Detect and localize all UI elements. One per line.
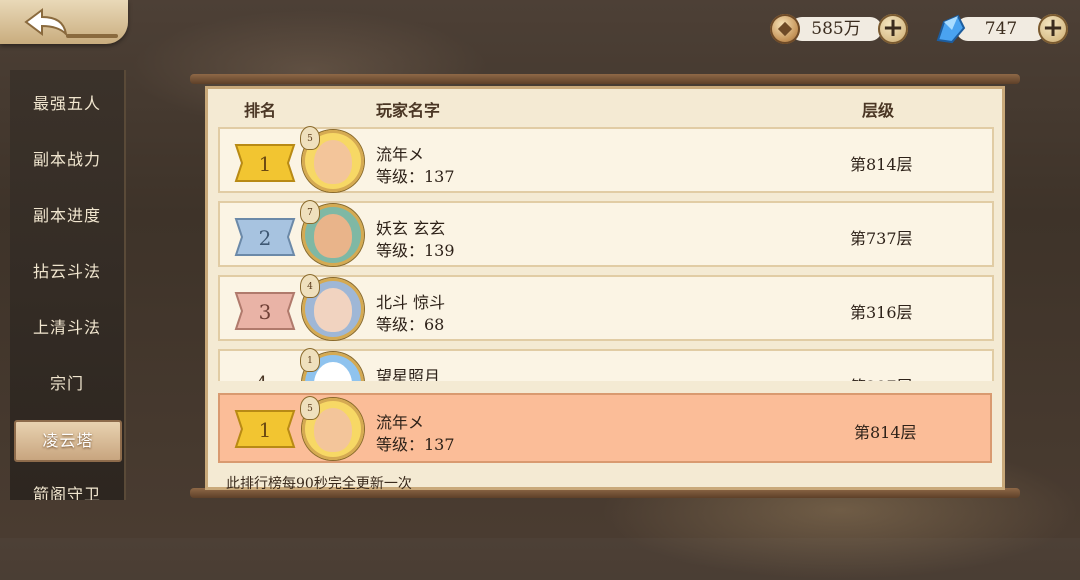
player-floor: 第316层 (850, 303, 913, 322)
sidebar-item-cloud-duel[interactable]: 拈云斗法 (10, 252, 124, 292)
player-name: 望星照月 (376, 367, 441, 381)
player-level: 等级：139 (376, 241, 455, 260)
gem-amount: 747 (956, 17, 1046, 41)
vip-badge: 1 (300, 348, 320, 372)
player-name: 流年メ (376, 145, 425, 164)
category-sidebar: 最强五人 副本战力 副本进度 拈云斗法 上清斗法 宗门 凌云塔 箭阁守卫 (10, 70, 126, 500)
update-note: 此排行榜每90秒完全更新一次 (226, 476, 412, 492)
player-floor: 第814层 (854, 423, 917, 442)
leaderboard-row[interactable]: 1 5 流年メ 等级：137 第814层 (218, 126, 994, 193)
player-floor: 第297层 (850, 373, 913, 381)
coin-icon (770, 14, 800, 44)
leaderboard-panel: 排名 玩家名字 层级 1 5 流年メ 等级：137 第814层 2 7 妖玄 玄… (205, 86, 1008, 492)
vip-badge: 4 (300, 274, 320, 298)
vip-badge: 5 (300, 396, 320, 420)
player-level: 等级：68 (376, 315, 445, 334)
add-coins-button[interactable]: + (878, 14, 908, 44)
sidebar-item-sect[interactable]: 宗门 (10, 364, 124, 404)
player-floor: 第737层 (850, 229, 913, 248)
scroll-rail-top (190, 74, 1020, 84)
coin-amount: 585万 (790, 17, 882, 41)
vip-badge: 5 (300, 126, 320, 150)
sidebar-item-dungeon-power[interactable]: 副本战力 (10, 140, 124, 180)
avatar-portrait (314, 214, 352, 258)
player-floor: 第814层 (850, 155, 913, 174)
sidebar-item-dungeon-progress[interactable]: 副本进度 (10, 196, 124, 236)
gem-currency: 747 + (934, 14, 1074, 44)
leaderboard-row[interactable]: 4 1 望星照月 第297层 (218, 348, 994, 381)
rank-number: 3 (259, 300, 272, 324)
player-level: 等级：137 (376, 167, 455, 186)
avatar-portrait (314, 408, 352, 452)
coin-currency: 585万 + (770, 14, 910, 44)
back-button[interactable] (0, 0, 128, 44)
leaderboard-list[interactable]: 1 5 流年メ 等级：137 第814层 2 7 妖玄 玄玄 等级：139 第7… (208, 123, 1008, 381)
rank-number: 4 (256, 373, 267, 381)
sidebar-item-strongest-five[interactable]: 最强五人 (10, 84, 124, 124)
my-rank-row: 1 5 流年メ 等级：137 第814层 (218, 393, 992, 463)
crystal-icon (936, 14, 966, 44)
top-bar: 585万 + 747 + (0, 0, 1080, 60)
vip-badge: 7 (300, 200, 320, 224)
sidebar-item-shangqing-duel[interactable]: 上清斗法 (10, 308, 124, 348)
header-rank: 排名 (244, 101, 277, 120)
gold-rank-badge: 1 (234, 410, 296, 448)
avatar-portrait (314, 288, 352, 332)
gold-rank-badge: 1 (234, 144, 296, 182)
header-floor: 层级 (862, 101, 895, 120)
header-player-name: 玩家名字 (376, 101, 441, 120)
player-name: 妖玄 玄玄 (376, 219, 446, 238)
silver-rank-badge: 2 (234, 218, 296, 256)
rank-number: 2 (259, 226, 272, 250)
sidebar-item-arrow-guard[interactable]: 箭阁守卫 (10, 480, 124, 500)
player-level: 等级：137 (376, 435, 455, 454)
avatar-portrait (314, 140, 352, 184)
sidebar-item-lingyun-tower[interactable]: 凌云塔 (14, 420, 122, 462)
rank-number: 1 (259, 152, 272, 176)
player-name: 流年メ (376, 413, 425, 432)
player-name: 北斗 惊斗 (376, 293, 446, 312)
leaderboard-row[interactable]: 2 7 妖玄 玄玄 等级：139 第737层 (218, 200, 994, 267)
rank-number: 1 (259, 418, 272, 442)
back-underline (66, 34, 118, 38)
leaderboard-row[interactable]: 3 4 北斗 惊斗 等级：68 第316层 (218, 274, 994, 341)
back-arrow-icon (24, 8, 68, 36)
add-gems-button[interactable]: + (1038, 14, 1068, 44)
bronze-rank-badge: 3 (234, 292, 296, 330)
